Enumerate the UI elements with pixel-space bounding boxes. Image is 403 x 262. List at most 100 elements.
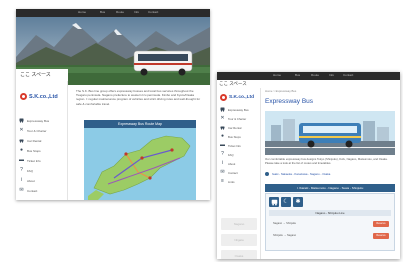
reserve-button[interactable]: Reserve: [373, 233, 389, 239]
sidebar-item-faq[interactable]: ? FAQ: [19, 167, 33, 174]
intro-section: The S.K. Bus line group offers expresswa…: [76, 89, 204, 106]
sidebar-item-faq[interactable]: ? FAQ: [220, 151, 234, 158]
topnav-item[interactable]: Info: [134, 10, 139, 14]
ticket-icon: ▬: [19, 157, 24, 163]
topnav-item[interactable]: Info: [329, 73, 334, 77]
sidebar-item-label: Ticket Info: [228, 143, 241, 148]
sidebar-item-label: Expressway Bus: [27, 118, 50, 123]
sidebar-item-label: Contact: [228, 170, 238, 175]
route-map[interactable]: [84, 128, 196, 200]
topnav-item[interactable]: Home: [273, 73, 281, 77]
sidebar-item-contact[interactable]: ✉ Contact: [19, 187, 37, 194]
sidebar-item-tour-charter[interactable]: ✕ Tour & Charter: [220, 115, 246, 122]
site-badge: ここ スペース: [16, 69, 68, 81]
topnav-item[interactable]: Bus: [100, 10, 105, 14]
moon-icon[interactable]: ☾: [281, 197, 291, 207]
bullet-icon: [265, 172, 269, 176]
topnav-item[interactable]: Home: [78, 10, 86, 14]
breadcrumb[interactable]: Home > Expressway Bus: [265, 89, 296, 93]
sidebar-item-label: Car Rental: [228, 125, 242, 130]
topnav-item[interactable]: Route: [116, 10, 124, 14]
sidebar-item-label: Tour & Charter: [27, 128, 47, 133]
sidebar-item-label: FAQ: [27, 168, 34, 173]
info-icon: i: [20, 177, 23, 183]
sidebar-item-about[interactable]: i About: [19, 177, 35, 184]
expressway-bus-window: Home Bus Route Info Contact ここ スペース S.K.…: [217, 72, 400, 259]
intro-text: The S.K. Bus line group offers expresswa…: [76, 89, 201, 106]
car-icon: [220, 125, 225, 130]
sidebar-item-expressway-bus[interactable]: Expressway Bus: [220, 106, 249, 113]
ghost-button[interactable]: Niigata: [221, 234, 257, 246]
sidebar-item-tour-charter[interactable]: ✕ Tour & Charter: [19, 127, 47, 134]
question-icon: ?: [20, 167, 23, 173]
settings-icon[interactable]: ✱: [293, 197, 303, 207]
sidebar-item-label: FAQ: [228, 152, 234, 157]
sidebar-item-expressway-bus[interactable]: Expressway Bus: [19, 117, 49, 124]
sidebar-item-label: Bus Stops: [27, 148, 41, 153]
pin-icon: ●: [19, 147, 24, 153]
intro-text: Our comfortable expressway bus designs T…: [265, 157, 388, 165]
timetable-panel: ☾ ✱ Nagano - Shinjuku Line Nagano → Shin…: [265, 193, 395, 251]
route-section-title: I. Ibaraki - Matsumoto - Nagano - Suwa -…: [265, 184, 395, 192]
bus-icon: [220, 107, 225, 112]
homepage-window: Home Bus Route Info Contact ここ スペース S.K.…: [16, 9, 210, 200]
bus-icon[interactable]: [269, 197, 279, 207]
company-logo[interactable]: S.K.co.,Ltd: [20, 93, 58, 100]
sidebar-item-label: Bus Stops: [228, 134, 241, 139]
bus-icon: [19, 118, 24, 123]
site-badge: ここ スペース: [219, 81, 247, 86]
sidebar-item-ticket-info[interactable]: ▬ Ticket Info: [220, 142, 241, 149]
table-row: Nagano → Shinjuku Reserve: [269, 220, 391, 228]
sidebar-item-about[interactable]: i About: [220, 160, 235, 167]
topnav-item[interactable]: Bus: [295, 73, 300, 77]
sidebar: S.K.co.,Ltd Expressway Bus ✕ Tour & Char…: [16, 81, 68, 200]
list-icon: ≡: [221, 178, 224, 184]
topnav-item[interactable]: Contact: [148, 10, 158, 14]
table-row: Shinjuku → Nagano Reserve: [269, 232, 391, 240]
sidebar-item-label: Tour & Charter: [228, 116, 247, 121]
mail-icon: ✉: [220, 169, 225, 175]
sidebar-item-car-rental[interactable]: Car Rental: [19, 137, 41, 144]
topnav-item[interactable]: Contact: [343, 73, 353, 77]
sidebar-item-bus-stops[interactable]: ● Bus Stops: [220, 133, 241, 140]
timetable-header: Nagano - Shinjuku Line: [269, 210, 391, 216]
sidebar-item-links[interactable]: ≡ Links: [220, 178, 235, 185]
sidebar-item-label: Links: [228, 179, 235, 184]
route-cell: Nagano → Shinjuku: [273, 222, 297, 225]
sidebar-item-label: Ticket Info: [27, 158, 41, 163]
top-navigation-bar: Home Bus Route Info Contact: [217, 72, 400, 80]
question-icon: ?: [221, 151, 224, 157]
banner-bus-illustration: [265, 111, 395, 155]
top-navigation-bar: Home Bus Route Info Contact: [16, 9, 210, 17]
reserve-button[interactable]: Reserve: [373, 221, 389, 227]
page-title: Expressway Bus: [265, 98, 314, 105]
sidebar-item-car-rental[interactable]: Car Rental: [220, 124, 241, 131]
ghost-button[interactable]: Osaka: [221, 250, 257, 259]
car-icon: [19, 138, 24, 143]
ticket-icon: ▬: [220, 142, 225, 148]
composite-screenshot: Home Bus Route Info Contact ここ スペース S.K.…: [0, 0, 403, 262]
sidebar: S.K.co.,Ltd Expressway Bus ✕ Tour & Char…: [217, 88, 261, 259]
logo-text: S.K.co.,Ltd: [229, 95, 255, 100]
sidebar-item-ticket-info[interactable]: ▬ Ticket Info: [19, 157, 41, 164]
mail-icon: ✉: [19, 187, 24, 193]
ghost-button[interactable]: Nagano: [221, 218, 257, 230]
route-link[interactable]: Iwaki - Nakaoka - Kanazawa - Nagano - Os…: [265, 172, 330, 176]
route-cell: Shinjuku → Nagano: [273, 234, 297, 237]
route-link-text: Iwaki - Nakaoka - Kanazawa - Nagano - Os…: [272, 172, 331, 176]
topnav-item[interactable]: Route: [311, 73, 319, 77]
logo-mark-icon: [20, 93, 27, 100]
sidebar-item-label: Expressway Bus: [228, 107, 249, 112]
company-logo[interactable]: S.K.co.,Ltd: [220, 94, 254, 101]
logo-mark-icon: [220, 94, 227, 101]
close-icon: ✕: [220, 115, 225, 121]
sidebar-item-label: Contact: [27, 188, 38, 193]
pin-icon: ●: [220, 133, 225, 139]
close-icon: ✕: [19, 127, 24, 133]
sidebar-item-bus-stops[interactable]: ● Bus Stops: [19, 147, 41, 154]
intro-section: Our comfortable expressway bus designs T…: [265, 157, 395, 166]
map-section-title: Expressway Bus Route Map: [84, 120, 196, 128]
sidebar-item-contact[interactable]: ✉ Contact: [220, 169, 238, 176]
sidebar-item-label: Car Rental: [27, 138, 42, 143]
logo-text: S.K.co.,Ltd: [29, 93, 58, 100]
